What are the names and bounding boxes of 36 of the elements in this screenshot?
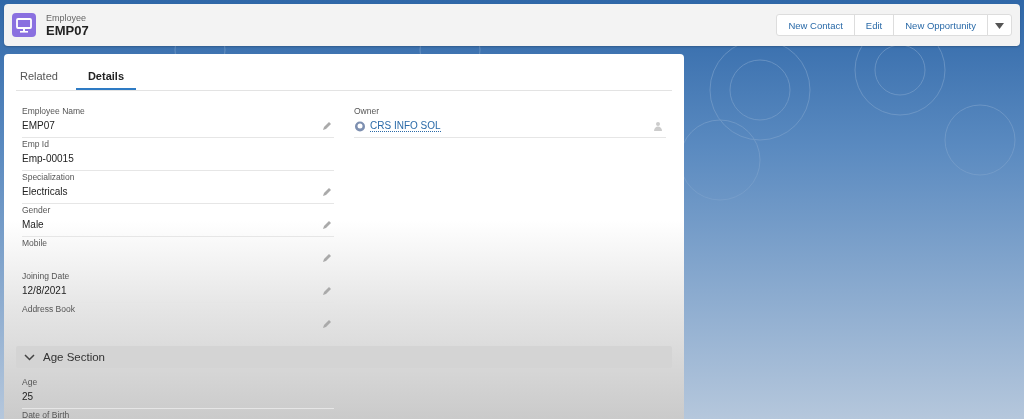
field-label: Owner (354, 106, 381, 116)
owner-link[interactable]: CRS INFO SOL (370, 119, 441, 132)
edit-pencil-icon[interactable] (322, 318, 332, 329)
action-button[interactable]: New Opportunity (893, 14, 988, 36)
field-value: Electricals (22, 186, 68, 197)
field-label: Age (22, 377, 39, 387)
record-name: EMP07 (46, 22, 89, 38)
field-label: Employee Name (22, 106, 86, 116)
field-value: Male (22, 219, 44, 230)
action-button[interactable]: Edit (853, 14, 895, 36)
action-button[interactable]: New Contact (776, 14, 855, 36)
change-owner-icon[interactable] (654, 120, 664, 131)
field-value: 25 (22, 391, 34, 402)
edit-pencil-icon[interactable] (322, 120, 332, 131)
field-label: Emp Id (22, 139, 50, 149)
caret-icon (995, 22, 1004, 29)
edit-pencil-icon[interactable] (322, 285, 332, 296)
field-value: 12/8/2021 (22, 285, 67, 296)
field-label: Date of Birth (22, 410, 71, 419)
edit-pencil-icon[interactable] (322, 219, 332, 230)
field-value: Emp-00015 (22, 153, 74, 164)
section-title: Age Section (43, 351, 105, 363)
field-label: Gender (22, 205, 52, 215)
field-label: Address Book (22, 304, 76, 314)
field-label: Specialization (22, 172, 76, 182)
monitor-icon (12, 13, 36, 37)
object-type: Employee (46, 12, 88, 23)
section-header[interactable]: Age Section (16, 346, 672, 368)
field-label: Mobile (22, 238, 49, 248)
tab[interactable]: Details (75, 66, 136, 90)
more-actions-button[interactable] (987, 14, 1012, 36)
edit-pencil-icon[interactable] (322, 186, 332, 197)
field-label: Joining Date (22, 271, 71, 281)
edit-pencil-icon[interactable] (322, 252, 332, 263)
tab[interactable]: Related (16, 66, 70, 90)
field-value: EMP07 (22, 120, 55, 131)
